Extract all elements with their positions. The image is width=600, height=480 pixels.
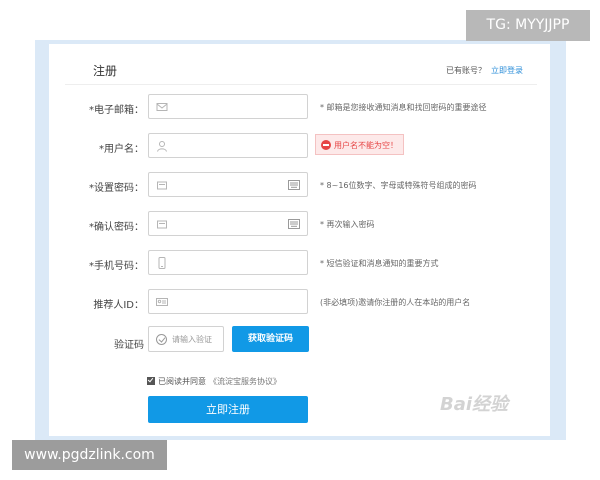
username-error-text: 用户名不能为空！ — [334, 141, 398, 150]
header-divider — [65, 84, 537, 85]
have-account-text: 已有账号？ — [446, 66, 486, 75]
referrer-label: 推荐人ID： — [93, 300, 144, 311]
confirm-password-hint: * 再次输入密码 — [320, 220, 375, 229]
check-circle-icon — [156, 334, 167, 345]
page-title: 注册 — [93, 64, 118, 78]
phone-field[interactable] — [148, 250, 308, 275]
captcha-input[interactable]: 请输入验证 — [148, 326, 224, 352]
email-hint: * 邮箱是您接收通知消息和找回密码的重要途径 — [320, 103, 487, 112]
referrer-hint: (非必填项)邀请你注册的人在本站的用户名 — [320, 298, 471, 307]
username-field[interactable] — [148, 133, 308, 158]
set-password-hint: * 8~16位数字、字母或特殊符号组成的密码 — [320, 181, 477, 190]
register-button[interactable]: 立即注册 — [148, 396, 308, 423]
username-label: *用户名： — [99, 144, 144, 155]
screenshot-stage: 注册 已有账号？ 立即登录 *电子邮箱： * 邮箱是您接收通知消息和找回密码的重要… — [0, 0, 600, 480]
confirm-password-label: *确认密码： — [89, 222, 144, 233]
set-password-label: *设置密码： — [89, 183, 144, 194]
set-password-field[interactable] — [148, 172, 308, 197]
captcha-label: 验证码 — [114, 340, 144, 351]
lock-icon — [157, 181, 167, 190]
protocol-link[interactable]: 《流淀宝服务协议》 — [209, 377, 281, 386]
error-icon — [321, 140, 331, 150]
baidu-watermark: Bai经验 — [440, 394, 509, 415]
email-field[interactable] — [148, 94, 308, 119]
phone-hint: * 短信验证和消息通知的重要方式 — [320, 259, 439, 268]
lock-icon — [157, 220, 167, 229]
phone-label: *手机号码： — [89, 261, 144, 272]
captcha-placeholder: 请输入验证 — [172, 335, 212, 344]
get-code-button[interactable]: 获取验证码 — [232, 326, 309, 352]
phone-icon — [158, 257, 166, 269]
login-link[interactable]: 立即登录 — [491, 66, 523, 75]
keyboard-icon[interactable] — [288, 180, 300, 190]
url-watermark: www.pgdzlink.com — [12, 440, 167, 470]
mail-icon — [156, 103, 168, 111]
username-error-badge: 用户名不能为空！ — [315, 134, 404, 155]
email-label: *电子邮箱： — [89, 105, 144, 116]
referrer-field[interactable] — [148, 289, 308, 314]
user-icon — [157, 141, 167, 152]
agree-text: 已阅读并同意 — [158, 377, 206, 386]
account-prompt: 已有账号？ 立即登录 — [446, 65, 523, 76]
tg-tag-watermark: TG: MYYJJPP — [466, 10, 590, 41]
agree-checkbox[interactable] — [147, 377, 155, 385]
keyboard-icon[interactable] — [288, 219, 300, 229]
id-card-icon — [156, 298, 168, 306]
confirm-password-field[interactable] — [148, 211, 308, 236]
agreement-row: 已阅读并同意 《流淀宝服务协议》 — [147, 376, 281, 387]
